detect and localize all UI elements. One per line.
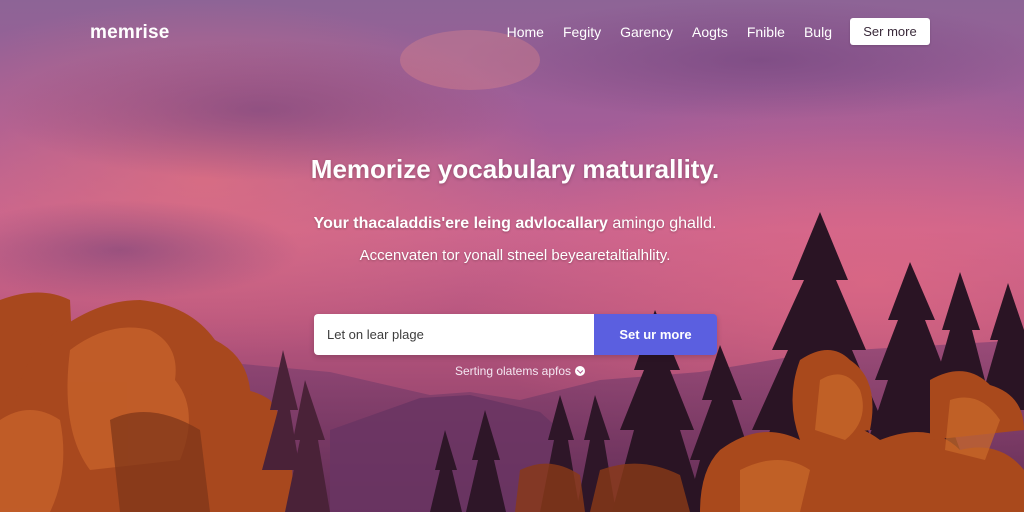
nav-cta-button[interactable]: Ser more <box>850 18 930 45</box>
nav-link-garency[interactable]: Garency <box>620 24 673 40</box>
signup-hint: Serting olatems apfos <box>0 364 1024 378</box>
hero-subtitle-bold: Your thacaladdis'ere leing advlocallary <box>313 215 608 232</box>
nav-link-home[interactable]: Home <box>507 24 544 40</box>
nav-link-fnible[interactable]: Fnible <box>747 24 785 40</box>
signup-submit-button[interactable]: Set ur more <box>594 314 717 355</box>
nav-links: Home Fegity Garency Aogts Fnible Bulg <box>488 24 832 40</box>
top-navigation: memrise Home Fegity Garency Aogts Fnible… <box>0 0 1024 64</box>
hero-subtitle: Your thacaladdis'ere leing advlocallary … <box>0 215 1024 233</box>
nav-link-aogts[interactable]: Aogts <box>692 24 728 40</box>
signup-hint-text: Serting olatems apfos <box>454 364 572 378</box>
hero-subtitle-rest: amingo ghalld. <box>607 215 717 232</box>
check-circle-icon <box>575 366 586 376</box>
signup-form: Set ur more <box>314 314 717 355</box>
brand-logo[interactable]: memrise <box>90 22 170 44</box>
signup-input[interactable] <box>314 314 594 355</box>
landing-page: memrise Home Fegity Garency Aogts Fnible… <box>0 0 1024 512</box>
hero-description: Accenvaten tor yonall stneel beyearetalt… <box>359 247 671 264</box>
nav-link-fegity[interactable]: Fegity <box>563 24 601 40</box>
hero-headline: Memorize yocabulary maturallity. <box>310 154 720 184</box>
nav-link-bulg[interactable]: Bulg <box>804 24 832 40</box>
